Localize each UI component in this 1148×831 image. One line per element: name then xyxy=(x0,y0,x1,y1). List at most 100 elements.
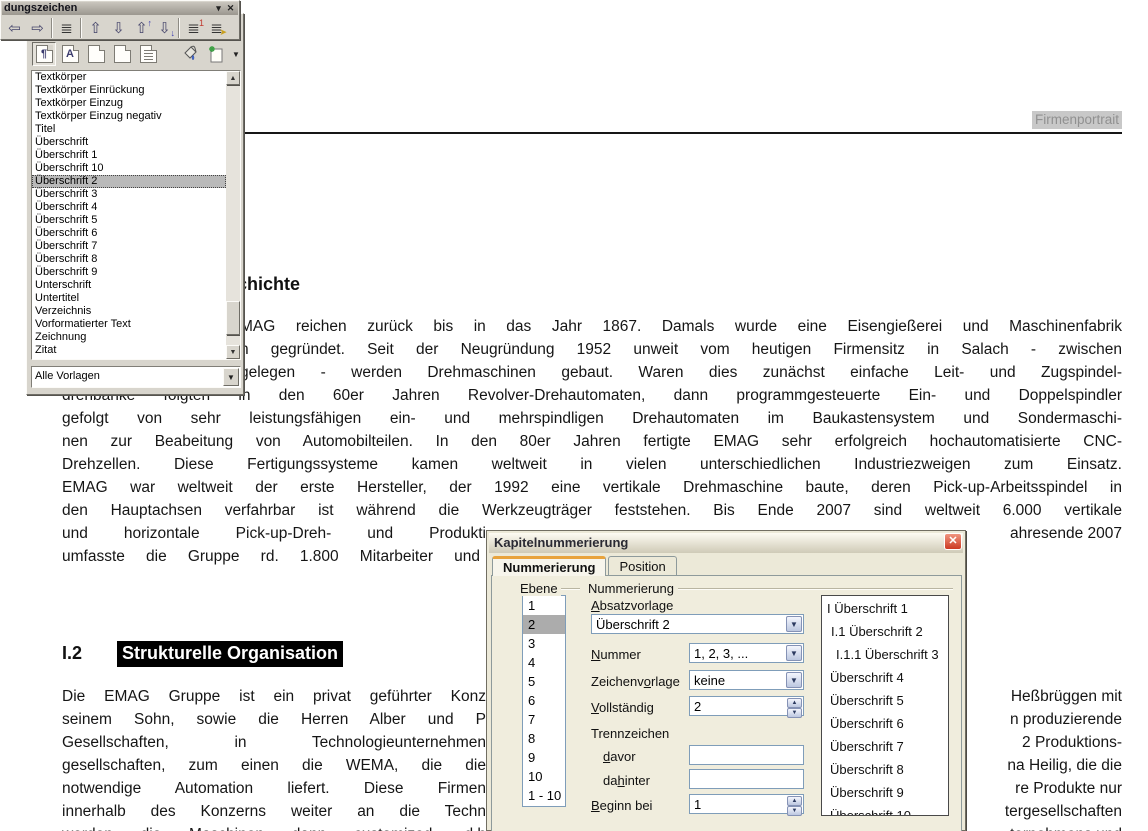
list-item[interactable]: Textkörper Einzug xyxy=(32,97,226,110)
list-item[interactable]: Überschrift 7 xyxy=(32,240,226,253)
paragraph-line[interactable]: notwendige Automation liefert. Diese Fir… xyxy=(62,777,486,800)
paragraph-line[interactable]: gesellschaften, zum einen die WEMA, die … xyxy=(62,754,486,777)
paragraph-line[interactable]: na Heilig, die die xyxy=(1007,754,1122,777)
level-item[interactable]: 1 xyxy=(523,596,565,615)
list-item[interactable]: Überschrift 3 xyxy=(32,188,226,201)
move-up-button[interactable]: ⇧ xyxy=(84,17,107,39)
frame-styles-button[interactable] xyxy=(84,42,108,66)
level-item[interactable]: 9 xyxy=(523,748,565,767)
paragraph-line[interactable]: Heßbrüggen mit xyxy=(1011,685,1122,708)
move-up-with-subpoints-button[interactable]: ⇧ ↑ xyxy=(130,17,153,39)
numbering-on-off-button[interactable]: ≣ ➤ xyxy=(205,17,228,39)
level-item[interactable]: 3 xyxy=(523,634,565,653)
paragraph-line[interactable]: MAG reichen zurück bis in das Jahr 1867.… xyxy=(240,315,1122,338)
paragraph-line[interactable]: werden die Maschinen dann customized, d.… xyxy=(62,823,486,831)
new-style-dropdown-button[interactable]: ▼ xyxy=(230,42,242,66)
zeichenvorlage-combobox[interactable]: keine ▼ xyxy=(689,670,804,690)
demote-level-button[interactable]: ⇨ xyxy=(26,17,49,39)
list-item[interactable]: Überschrift xyxy=(32,136,226,149)
level-item[interactable]: 7 xyxy=(523,710,565,729)
restart-numbering-button[interactable]: ≣ 1 xyxy=(182,17,205,39)
heading-number[interactable]: I.2 xyxy=(62,643,82,664)
paragraph-line[interactable]: gelegen - werden Drehmaschinen gebaut. W… xyxy=(240,361,1122,384)
scrollbar-thumb[interactable] xyxy=(226,301,240,335)
paragraph-line[interactable]: innerhalb des Konzerns weiter an die Tec… xyxy=(62,800,486,823)
move-down-with-subpoints-button[interactable]: ⇩ ↓ xyxy=(153,17,176,39)
list-item[interactable]: Überschrift 5 xyxy=(32,214,226,227)
scroll-down-button[interactable]: ▼ xyxy=(226,345,240,359)
heading-selected-text[interactable]: Strukturelle Organisation xyxy=(117,641,343,667)
heading-firmengeschichte[interactable]: chichte xyxy=(237,274,300,295)
paragraph-line[interactable]: re Produkte nur xyxy=(1015,777,1122,800)
list-item[interactable]: Überschrift 6 xyxy=(32,227,226,240)
paragraph-line[interactable]: n gegründet. Seit der Neugründung 1952 u… xyxy=(240,338,1122,361)
style-list-scrollbar[interactable]: ▲ ▼ xyxy=(226,71,240,359)
spin-up-icon[interactable]: ▲ xyxy=(787,796,802,806)
level-item[interactable]: 10 xyxy=(523,767,565,786)
list-item[interactable]: Untertitel xyxy=(32,292,226,305)
character-styles-button[interactable]: A xyxy=(58,42,82,66)
style-filter-combobox[interactable]: Alle Vorlagen ▼ xyxy=(31,366,241,388)
davor-input[interactable] xyxy=(689,745,804,765)
spin-down-icon[interactable]: ▼ xyxy=(787,708,802,718)
page-styles-button[interactable] xyxy=(110,42,134,66)
list-item[interactable]: Textkörper xyxy=(32,71,226,84)
paragraph-line[interactable]: umfasste die Gruppe rd. 1.800 Mitarbeite… xyxy=(62,545,480,568)
dropdown-arrow-button[interactable]: ▼ xyxy=(786,672,802,688)
filter-dropdown-button[interactable]: ▼ xyxy=(223,368,239,386)
list-item[interactable]: Überschrift 4 xyxy=(32,201,226,214)
paragraph-line[interactable]: n produzierende xyxy=(1010,708,1122,731)
scroll-up-button[interactable]: ▲ xyxy=(226,71,240,85)
dahinter-input[interactable] xyxy=(689,769,804,789)
paragraph-line[interactable]: EMAG war weltweit der erste Hersteller, … xyxy=(62,476,1122,499)
toolbar-close-button[interactable]: ✕ xyxy=(225,3,236,14)
beginn-bei-spinner[interactable]: 1 ▲ ▼ xyxy=(689,794,804,814)
paragraph-line[interactable]: Die EMAG Gruppe ist ein privat geführter… xyxy=(62,685,486,708)
list-item[interactable]: Zitat xyxy=(32,344,226,357)
list-item-selected[interactable]: Überschrift 2 xyxy=(32,175,226,188)
paragraph-line[interactable]: 2 Produktions- xyxy=(1022,731,1122,754)
paragraph-line[interactable]: ternehmens und xyxy=(1010,823,1122,831)
list-styles-button[interactable] xyxy=(136,42,160,66)
absatzvorlage-combobox[interactable]: Überschrift 2 ▼ xyxy=(591,614,804,634)
paragraph-line[interactable]: nen zur Beabeitung von Automobilteilen. … xyxy=(62,430,1122,453)
paragraph-line[interactable]: tergesellschaften xyxy=(1005,800,1122,823)
list-item[interactable]: Überschrift 8 xyxy=(32,253,226,266)
level-item-selected[interactable]: 2 xyxy=(523,615,565,634)
dialog-titlebar[interactable]: Kapitelnummerierung xyxy=(489,533,963,553)
list-item[interactable]: Verzeichnis xyxy=(32,305,226,318)
list-item[interactable]: Vorformatierter Text xyxy=(32,318,226,331)
list-item[interactable]: Unterschrift xyxy=(32,279,226,292)
list-item[interactable]: Zeichnung xyxy=(32,331,226,344)
list-item[interactable]: Textkörper Einrückung xyxy=(32,84,226,97)
paragraph-line[interactable]: Gesellschaften, in Technologieunternehme… xyxy=(62,731,486,754)
vollstaendig-spinner[interactable]: 2 ▲ ▼ xyxy=(689,696,804,716)
tab-position[interactable]: Position xyxy=(608,556,676,576)
list-item[interactable]: Titel xyxy=(32,123,226,136)
list-item[interactable]: Textkörper Einzug negativ xyxy=(32,110,226,123)
nummer-combobox[interactable]: 1, 2, 3, ... ▼ xyxy=(689,643,804,663)
toolbar-menu-button[interactable]: ▾ xyxy=(213,3,224,14)
list-item[interactable]: Überschrift 10 xyxy=(32,162,226,175)
list-item[interactable]: Überschrift 1 xyxy=(32,149,226,162)
paragraph-line[interactable]: ahresende 2007 xyxy=(1010,522,1122,545)
list-item[interactable]: Überschrift 9 xyxy=(32,266,226,279)
paragraph-line[interactable]: Drehzellen. Diese Fertigungssysteme kame… xyxy=(62,453,1122,476)
level-item[interactable]: 1 - 10 xyxy=(523,786,565,805)
move-down-button[interactable]: ⇩ xyxy=(107,17,130,39)
level-item[interactable]: 8 xyxy=(523,729,565,748)
new-style-from-selection-button[interactable] xyxy=(204,42,228,66)
dropdown-arrow-button[interactable]: ▼ xyxy=(786,645,802,661)
paragraph-line[interactable]: seinem Sohn, sowie die Herren Alber und … xyxy=(62,708,486,731)
paragraph-line[interactable]: gefolgt von sehr leistungsfähigen ein- u… xyxy=(62,407,1122,430)
dropdown-arrow-button[interactable]: ▼ xyxy=(786,616,802,632)
tab-nummerierung[interactable]: Nummerierung xyxy=(492,556,606,576)
toolbar-titlebar[interactable]: dungszeichen ▾ ✕ xyxy=(2,2,238,15)
fill-format-mode-button[interactable] xyxy=(178,42,202,66)
paragraph-styles-button[interactable]: ¶ xyxy=(32,42,56,66)
spin-down-icon[interactable]: ▼ xyxy=(787,806,802,816)
level-item[interactable]: 6 xyxy=(523,691,565,710)
level-item[interactable]: 4 xyxy=(523,653,565,672)
paragraph-line[interactable]: den Hauptachsen verfahrbar ist während d… xyxy=(62,499,1122,522)
dialog-close-button[interactable]: ✕ xyxy=(944,533,962,550)
